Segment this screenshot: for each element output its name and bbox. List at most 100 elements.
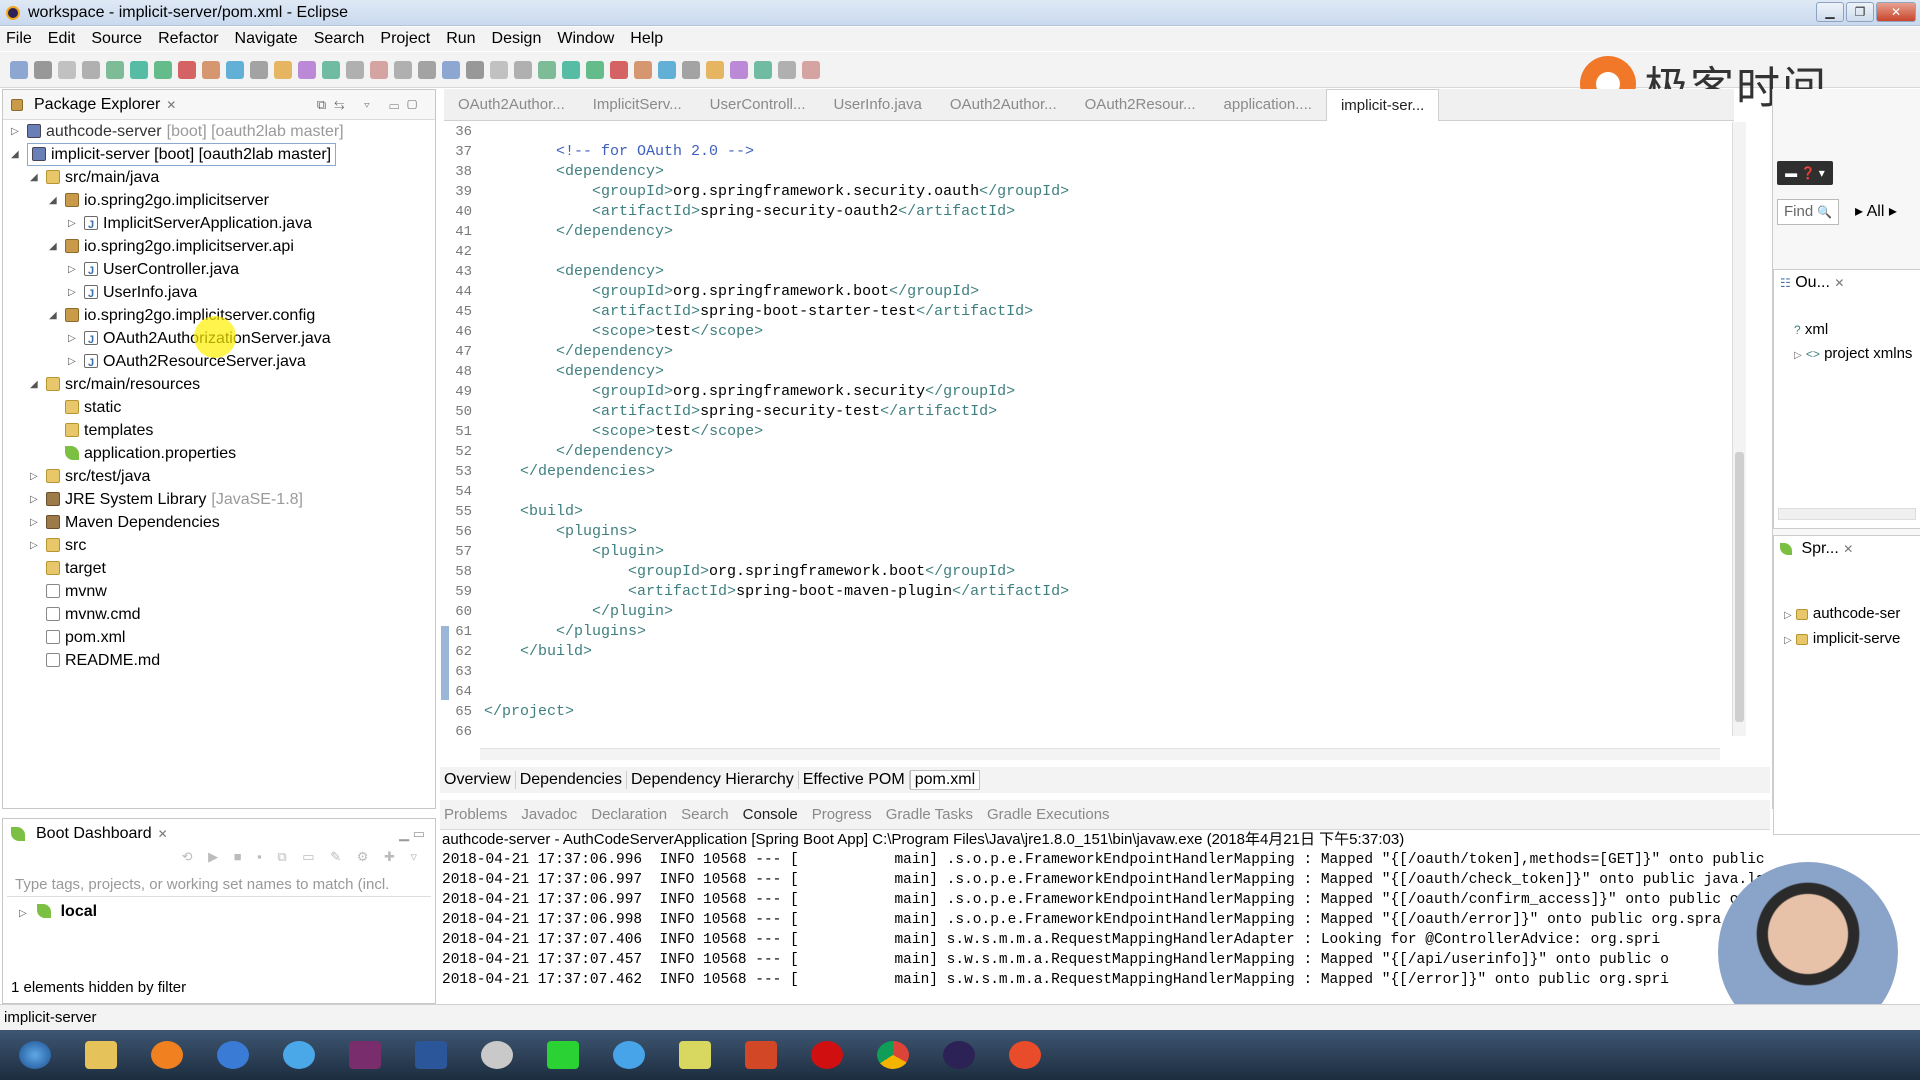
pom-tab[interactable]: Effective POM [799,771,910,789]
tree-item[interactable]: ◢ src/main/resources [3,373,435,396]
tree-item[interactable]: ◢ src/main/java [3,166,435,189]
view-tab[interactable]: Progress [812,806,872,823]
more-icon[interactable] [418,60,436,79]
tree-item[interactable]: ▷ UserController.java [3,258,435,283]
tree-item[interactable]: ◢ implicit-server [boot] [oauth2lab maste… [3,143,435,166]
spring-explorer-tab[interactable]: Spr... ✕ [1774,536,1920,562]
outline-item[interactable]: ? xml [1794,318,1920,342]
prev-icon[interactable] [754,60,772,79]
new-icon[interactable] [442,60,460,79]
editor-horizontal-scrollbar[interactable] [480,748,1720,760]
maximize-button[interactable]: ❐ [1846,2,1874,22]
menu-help[interactable]: Help [630,30,663,48]
forward-icon[interactable] [802,60,820,79]
help-badge[interactable]: ▬ ❓ ▾ [1777,161,1833,185]
eclipse-taskbar-icon[interactable] [934,1034,984,1076]
expand-twisty[interactable]: ◢ [49,189,57,212]
foxmail-taskbar-icon[interactable] [1000,1034,1050,1076]
tree-item[interactable]: ▷ authcode-server [boot] [oauth2lab master… [3,120,435,143]
view-tab[interactable]: Javadoc [521,806,577,823]
expand-twisty[interactable]: ▷ [30,488,38,511]
tool-taskbar-icon[interactable] [670,1034,720,1076]
package-explorer-tab[interactable]: Package Explorer ✕ ⧉⇆ ▿ ▭▢ [3,90,435,120]
code-editor[interactable]: 36 37 <!-- for OAuth 2.0 --> 38 <dependenc… [444,122,1734,744]
expand-twisty[interactable]: ▷ [1794,350,1802,361]
print-icon[interactable] [514,60,532,79]
view-tab[interactable]: Console [743,806,798,823]
expand-twisty[interactable]: ◢ [30,166,38,189]
forward-icon[interactable] [370,60,388,79]
annotation-icon[interactable] [274,60,292,79]
tree-item[interactable]: ▷ JRE System Library [JavaSE-1.8] [3,488,435,511]
tree-item[interactable]: ◢ io.spring2go.implicitserver.api [3,235,435,258]
console-view[interactable]: authcode-server - AuthCodeServerApplicat… [440,830,1770,1002]
media-player-taskbar-icon[interactable] [142,1034,192,1076]
stop-icon[interactable] [610,60,628,79]
view-toolbar[interactable]: ⧉⇆ ▿ ▭▢ [317,97,425,113]
view-tab[interactable]: Gradle Executions [987,806,1110,823]
view-tab[interactable]: Gradle Tasks [886,806,973,823]
expand-twisty[interactable]: ▷ [68,212,76,235]
pom-tab[interactable]: Dependencies [516,771,627,789]
view-tab[interactable]: Search [681,806,729,823]
chat-taskbar-icon[interactable] [472,1034,522,1076]
expand-twisty[interactable]: ▷ [30,511,38,534]
view-tab[interactable]: Problems [444,806,507,823]
menu-run[interactable]: Run [446,30,475,48]
editor-tab[interactable]: UserControll... [696,96,820,113]
editor-tab[interactable]: application.... [1210,96,1326,113]
expand-twisty[interactable]: ▷ [68,350,76,373]
expand-twisty[interactable]: ▷ [30,465,38,488]
winrar-taskbar-icon[interactable] [340,1034,390,1076]
editor-tab[interactable]: OAuth2Author... [936,96,1071,113]
boot-dashboard-tab[interactable]: Boot Dashboard ✕ ▁ ▭ [3,819,435,849]
pom-tab[interactable]: pom.xml [909,770,981,790]
menu-window[interactable]: Window [557,30,614,48]
menu-edit[interactable]: Edit [48,30,76,48]
start-button[interactable] [10,1034,60,1076]
internet-explorer-taskbar-icon[interactable] [274,1034,324,1076]
tree-item[interactable]: pom.xml [3,626,435,649]
open-type-icon[interactable] [658,60,676,79]
pom-tab[interactable]: Dependency Hierarchy [627,771,799,789]
menu-search[interactable]: Search [314,30,365,48]
qq-taskbar-icon[interactable] [604,1034,654,1076]
tree-item[interactable]: ▷ Maven Dependencies [3,511,435,534]
word-taskbar-icon[interactable] [406,1034,456,1076]
search-icon[interactable] [250,60,268,79]
save-icon[interactable] [34,60,52,79]
back-icon[interactable] [778,60,796,79]
expand-twisty[interactable]: ▷ [30,534,38,557]
save-icon[interactable] [466,60,484,79]
menu-refactor[interactable]: Refactor [158,30,218,48]
editor-tab[interactable]: implicit-ser... [1325,88,1440,121]
close-view-icon[interactable]: ✕ [166,98,176,112]
editor-tab[interactable]: ImplicitServ... [579,96,696,113]
expand-twisty[interactable]: ▷ [19,908,27,919]
view-minmax[interactable]: ▁ ▭ [399,826,425,842]
menu-source[interactable]: Source [91,30,142,48]
expand-twisty[interactable]: ◢ [11,143,19,166]
tree-item[interactable]: README.md [3,649,435,672]
find-all-link[interactable]: ▸ All ▸ [1855,201,1897,221]
expand-twisty[interactable]: ▷ [68,327,76,350]
menu-design[interactable]: Design [492,30,542,48]
app-taskbar-icon[interactable] [208,1034,258,1076]
tree-item[interactable]: static [3,396,435,419]
stop-icon[interactable] [178,60,196,79]
open-type-icon[interactable] [226,60,244,79]
tree-item[interactable]: mvnw.cmd [3,603,435,626]
editor-tab[interactable]: UserInfo.java [820,96,936,113]
run-config-icon[interactable] [586,60,604,79]
debug-icon[interactable] [106,60,124,79]
dashboard-toolbar[interactable]: ⟲ ▶ ■ ▪ ⧉ ▭ ✎ ⚙ ✚ ▿ [3,849,435,871]
recorder-taskbar-icon[interactable] [802,1034,852,1076]
dashboard-filter-input[interactable]: Type tags, projects, or working set name… [7,873,431,897]
expand-twisty[interactable]: ▷ [68,258,76,281]
external-tools-icon[interactable] [202,60,220,79]
save-all-icon[interactable] [58,60,76,79]
close-button[interactable]: ✕ [1876,2,1916,22]
tree-item[interactable]: templates [3,419,435,442]
expand-twisty[interactable]: ◢ [49,304,57,327]
run-icon[interactable] [130,60,148,79]
